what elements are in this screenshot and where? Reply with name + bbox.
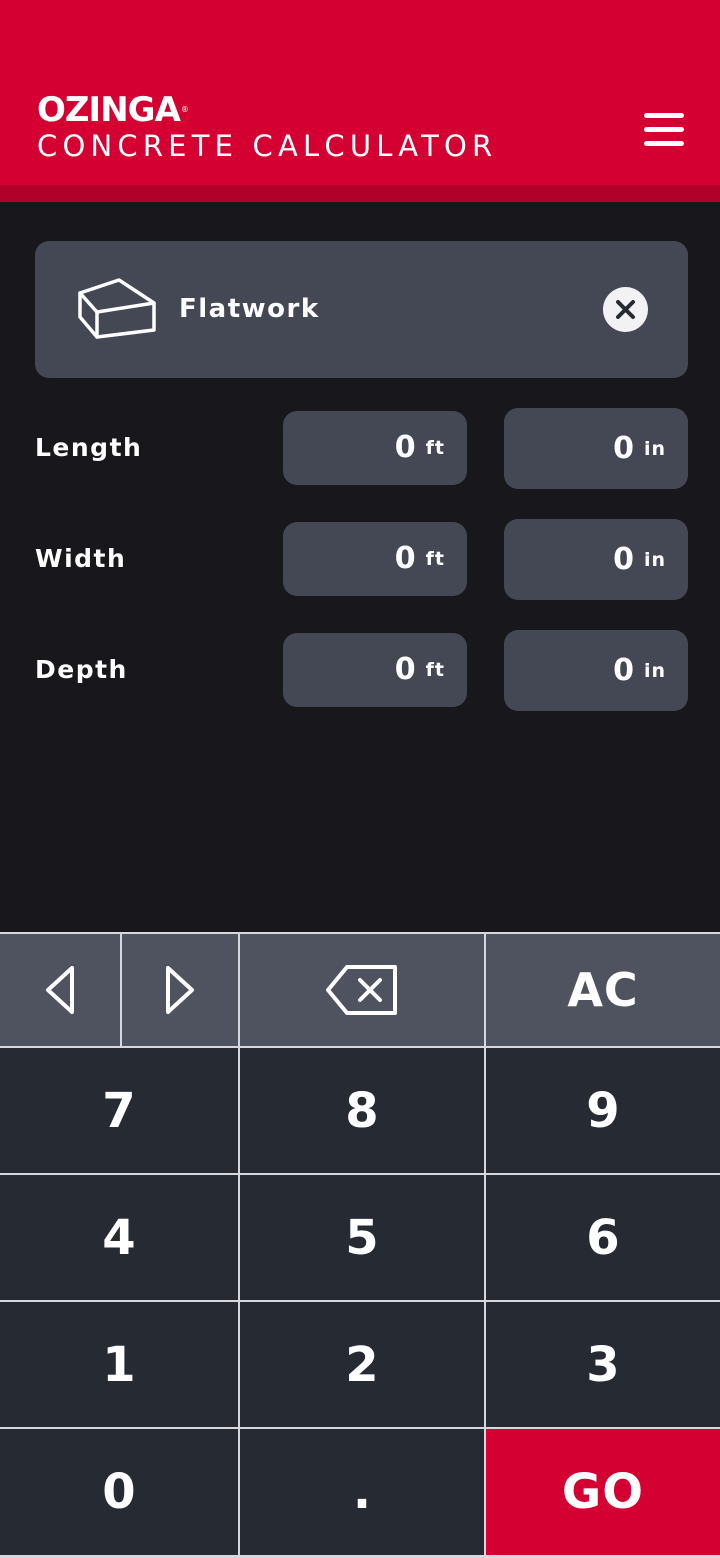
cursor-right-button[interactable] [122,934,238,1046]
numeric-keypad: AC 7 8 9 4 5 6 1 2 3 0 . GO [0,932,720,1558]
depth-inches-unit: in [643,659,666,682]
clear-project-button[interactable] [603,287,648,332]
project-type-name: Flatwork [179,294,320,324]
depth-inches-field[interactable]: 0 in [504,630,688,711]
go-button[interactable]: GO [486,1429,720,1555]
width-inches-field[interactable]: 0 in [504,519,688,600]
key-decimal[interactable]: . [240,1429,484,1555]
length-feet-unit: ft [425,437,445,459]
key-8[interactable]: 8 [240,1048,484,1173]
depth-feet-unit: ft [425,659,445,681]
triangle-left-icon [46,966,74,1014]
depth-feet-field[interactable]: 0 ft [283,633,467,707]
key-1[interactable]: 1 [0,1302,238,1427]
length-label: Length [35,433,143,462]
key-4[interactable]: 4 [0,1175,238,1300]
length-feet-field[interactable]: 0 ft [283,411,467,485]
key-7[interactable]: 7 [0,1048,238,1173]
slab-icon [78,278,156,339]
ozinga-logo: OZINGA® [37,90,189,130]
width-inches-value: 0 [613,541,634,577]
triangle-right-icon [166,966,194,1014]
width-label: Width [35,544,127,573]
key-2[interactable]: 2 [240,1302,484,1427]
key-5[interactable]: 5 [240,1175,484,1300]
clear-all-button[interactable]: AC [486,934,720,1046]
length-inches-unit: in [643,437,666,460]
registered-mark: ® [180,105,189,114]
width-feet-field[interactable]: 0 ft [283,522,467,596]
key-9[interactable]: 9 [486,1048,720,1173]
length-inches-field[interactable]: 0 in [504,408,688,489]
depth-feet-value: 0 [394,652,416,687]
backspace-button[interactable] [240,934,484,1046]
cursor-left-button[interactable] [0,934,120,1046]
logo-text: OZINGA [37,90,181,130]
width-inches-unit: in [643,548,666,571]
header-shadow-strip [0,185,720,202]
menu-button[interactable] [640,110,688,150]
key-6[interactable]: 6 [486,1175,720,1300]
key-0[interactable]: 0 [0,1429,238,1555]
close-icon [616,300,635,319]
app-title: CONCRETE CALCULATOR [37,129,498,163]
length-feet-value: 0 [394,430,416,465]
width-feet-unit: ft [425,548,445,570]
app-header: OZINGA® CONCRETE CALCULATOR [0,0,720,185]
length-inches-value: 0 [613,430,634,466]
backspace-icon [326,965,397,1015]
key-3[interactable]: 3 [486,1302,720,1427]
project-type-card[interactable]: Flatwork [35,241,688,378]
depth-label: Depth [35,655,128,684]
depth-inches-value: 0 [613,652,634,688]
width-feet-value: 0 [394,541,416,576]
